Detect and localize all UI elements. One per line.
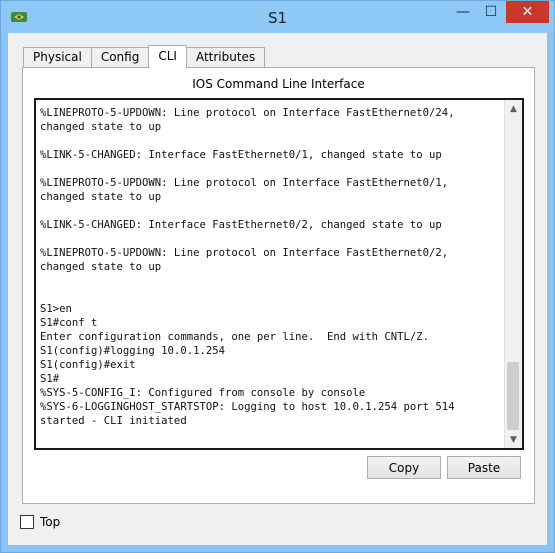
terminal-line: started - CLI initiated xyxy=(40,415,187,427)
terminal-line: %LINEPROTO-5-UPDOWN: Line protocol on In… xyxy=(40,247,449,259)
terminal-line: %LINK-5-CHANGED: Interface FastEthernet0… xyxy=(40,149,442,161)
scrollbar-thumb[interactable] xyxy=(507,362,519,430)
terminal-line: S1(config)#exit xyxy=(40,359,136,371)
panel-title: IOS Command Line Interface xyxy=(192,77,365,91)
top-option: Top xyxy=(20,515,60,529)
title-bar[interactable]: S1 — ☐ ✕ xyxy=(1,1,554,33)
cli-window: S1 — ☐ ✕ Physical Config CLI Attributes … xyxy=(0,0,555,553)
scroll-up-icon[interactable]: ▲ xyxy=(505,100,522,117)
paste-button[interactable]: Paste xyxy=(447,456,521,479)
top-checkbox[interactable] xyxy=(20,515,34,529)
terminal-line: Enter configuration commands, one per li… xyxy=(40,331,430,343)
terminal-line: %SYS-6-LOGGINGHOST_STARTSTOP: Logging to… xyxy=(40,401,455,413)
close-button[interactable]: ✕ xyxy=(506,1,549,23)
tab-config[interactable]: Config xyxy=(90,47,150,67)
terminal-line: %SYS-5-CONFIG_I: Configured from console… xyxy=(40,387,366,399)
terminal-line: %LINEPROTO-5-UPDOWN: Line protocol on In… xyxy=(40,107,455,119)
terminal-line: changed state to up xyxy=(40,261,162,273)
terminal-line: S1# xyxy=(40,373,60,385)
terminal-scrollbar[interactable]: ▲ ▼ xyxy=(504,100,522,448)
tab-bar: Physical Config CLI Attributes xyxy=(23,45,266,68)
terminal-line: S1(config)#logging 10.0.1.254 xyxy=(40,345,225,357)
terminal-line: %LINEPROTO-5-UPDOWN: Line protocol on In… xyxy=(40,177,449,189)
scroll-down-icon[interactable]: ▼ xyxy=(505,431,522,448)
top-label: Top xyxy=(40,515,61,529)
terminal-output[interactable]: %LINEPROTO-5-UPDOWN: Line protocol on In… xyxy=(40,106,500,428)
terminal-line: S1#conf t xyxy=(40,317,98,329)
cli-panel: IOS Command Line Interface %LINEPROTO-5-… xyxy=(22,67,535,504)
cli-terminal[interactable]: %LINEPROTO-5-UPDOWN: Line protocol on In… xyxy=(34,98,524,450)
terminal-line: changed state to up xyxy=(40,121,162,133)
tab-physical[interactable]: Physical xyxy=(23,47,92,67)
terminal-line: S1>en xyxy=(40,303,72,315)
copy-button[interactable]: Copy xyxy=(367,456,441,479)
terminal-line: %LINK-5-CHANGED: Interface FastEthernet0… xyxy=(40,219,442,231)
minimize-button[interactable]: — xyxy=(449,1,477,23)
tab-cli[interactable]: CLI xyxy=(148,45,187,68)
terminal-line: changed state to up xyxy=(40,191,162,203)
window-client-area: Physical Config CLI Attributes IOS Comma… xyxy=(8,33,547,545)
tab-attributes[interactable]: Attributes xyxy=(185,47,266,67)
maximize-button[interactable]: ☐ xyxy=(477,1,505,23)
